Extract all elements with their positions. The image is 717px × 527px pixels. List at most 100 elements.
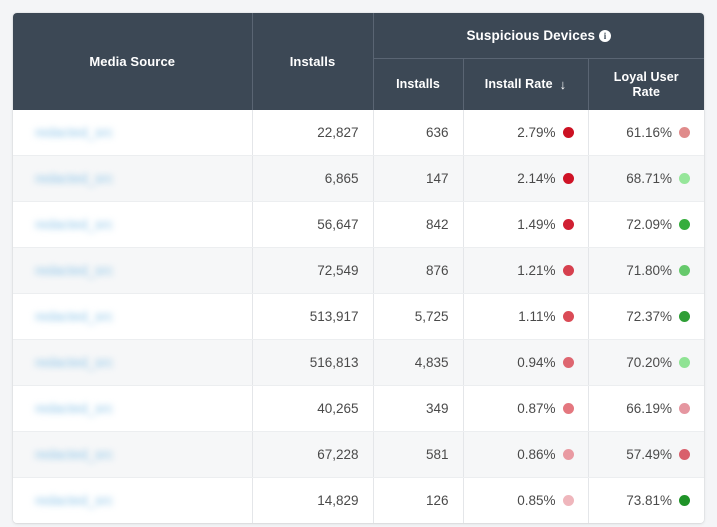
- install-rate-status-dot: [562, 403, 574, 414]
- column-header-suspicious-installs[interactable]: Installs: [372, 58, 463, 110]
- loyal-user-rate-status-dot: [679, 219, 691, 230]
- loyal-user-rate-value-wrap: 70.20%: [626, 355, 691, 370]
- install-rate-status-dot: [562, 219, 574, 230]
- cell-media-source[interactable]: redacted_src: [13, 431, 252, 478]
- cell-loyal-user-rate: 71.80%: [587, 247, 704, 294]
- install-rate-value: 2.14%: [517, 171, 556, 186]
- table-row[interactable]: redacted_src 14,829 126 0.85% 73.81%: [13, 477, 704, 523]
- column-group-header-suspicious-devices: Suspicious Devices i: [372, 13, 704, 59]
- cell-install-rate: 0.86%: [462, 431, 588, 478]
- table-row[interactable]: redacted_src 67,228 581 0.86% 57.49%: [13, 431, 704, 478]
- loyal-user-rate-value-wrap: 57.49%: [626, 447, 691, 462]
- table-row[interactable]: redacted_src 72,549 876 1.21% 71.80%: [13, 247, 704, 294]
- table-body: redacted_src 22,827 636 2.79% 61.16% redacted…: [13, 110, 704, 523]
- loyal-user-rate-status-dot: [679, 403, 691, 414]
- table-row[interactable]: redacted_src 513,917 5,725 1.11% 72.37%: [13, 293, 704, 340]
- cell-install-rate: 2.79%: [462, 110, 588, 156]
- cell-loyal-user-rate: 57.49%: [587, 431, 704, 478]
- column-header-suspicious-installs-label: Installs: [396, 77, 440, 91]
- cell-installs: 14,829: [251, 477, 373, 523]
- cell-install-rate: 1.21%: [462, 247, 588, 294]
- media-source-link-redacted[interactable]: redacted_src: [35, 125, 113, 140]
- media-source-link-redacted[interactable]: redacted_src: [35, 447, 113, 462]
- install-rate-value-wrap: 1.11%: [518, 309, 574, 324]
- cell-suspicious-installs: 5,725: [372, 293, 463, 340]
- cell-suspicious-installs: 842: [372, 201, 463, 248]
- cell-installs: 67,228: [251, 431, 373, 478]
- cell-suspicious-installs: 4,835: [372, 339, 463, 386]
- install-rate-status-dot: [562, 357, 574, 368]
- sort-descending-icon[interactable]: ↓: [560, 77, 567, 92]
- media-source-link-redacted[interactable]: redacted_src: [35, 309, 113, 324]
- loyal-user-rate-status-dot: [679, 357, 691, 368]
- cell-media-source[interactable]: redacted_src: [13, 339, 252, 386]
- cell-media-source[interactable]: redacted_src: [13, 155, 252, 202]
- loyal-user-rate-value: 72.37%: [626, 309, 673, 324]
- info-icon[interactable]: i: [599, 30, 612, 42]
- loyal-user-rate-value-wrap: 68.71%: [626, 171, 691, 186]
- cell-install-rate: 0.85%: [462, 477, 588, 523]
- loyal-user-rate-value: 73.81%: [626, 493, 673, 508]
- install-rate-value-wrap: 1.21%: [517, 263, 574, 278]
- media-source-link-redacted[interactable]: redacted_src: [35, 355, 113, 370]
- table-row[interactable]: redacted_src 40,265 349 0.87% 66.19%: [13, 385, 704, 432]
- install-rate-value-wrap: 0.87%: [517, 401, 574, 416]
- loyal-user-rate-value-wrap: 61.16%: [626, 125, 691, 140]
- media-source-link-redacted[interactable]: redacted_src: [35, 171, 113, 186]
- column-header-installs-label: Installs: [289, 54, 336, 69]
- cell-loyal-user-rate: 72.37%: [587, 293, 704, 340]
- cell-loyal-user-rate: 70.20%: [587, 339, 704, 386]
- suspicious-devices-table-card: Media Source Installs Suspicious Devices…: [13, 13, 704, 523]
- loyal-user-rate-value-wrap: 66.19%: [626, 401, 691, 416]
- cell-loyal-user-rate: 73.81%: [587, 477, 704, 523]
- column-header-install-rate[interactable]: Install Rate ↓: [462, 58, 588, 110]
- media-source-link-redacted[interactable]: redacted_src: [35, 493, 113, 508]
- loyal-user-rate-status-dot: [679, 265, 691, 276]
- install-rate-value: 0.85%: [517, 493, 556, 508]
- table-row[interactable]: redacted_src 516,813 4,835 0.94% 70.20%: [13, 339, 704, 386]
- cell-suspicious-installs: 636: [372, 110, 463, 156]
- table-row[interactable]: redacted_src 56,647 842 1.49% 72.09%: [13, 201, 704, 248]
- loyal-user-rate-value: 71.80%: [626, 263, 673, 278]
- table-row[interactable]: redacted_src 22,827 636 2.79% 61.16%: [13, 110, 704, 156]
- loyal-user-rate-value: 72.09%: [626, 217, 673, 232]
- column-header-media-source[interactable]: Media Source: [13, 13, 252, 110]
- install-rate-value-wrap: 2.14%: [517, 171, 574, 186]
- install-rate-value: 1.21%: [517, 263, 556, 278]
- loyal-user-rate-status-dot: [679, 495, 691, 506]
- cell-media-source[interactable]: redacted_src: [13, 201, 252, 248]
- cell-install-rate: 0.87%: [462, 385, 588, 432]
- media-source-link-redacted[interactable]: redacted_src: [35, 217, 113, 232]
- loyal-user-rate-status-dot: [679, 449, 691, 460]
- column-header-loyal-user-rate-label-line2: Rate: [632, 84, 661, 99]
- column-header-installs[interactable]: Installs: [251, 13, 373, 110]
- cell-suspicious-installs: 581: [372, 431, 463, 478]
- cell-install-rate: 1.49%: [462, 201, 588, 248]
- cell-loyal-user-rate: 72.09%: [587, 201, 704, 248]
- cell-media-source[interactable]: redacted_src: [13, 293, 252, 340]
- install-rate-value-wrap: 2.79%: [517, 125, 574, 140]
- media-source-link-redacted[interactable]: redacted_src: [35, 263, 113, 278]
- cell-installs: 513,917: [251, 293, 373, 340]
- column-header-loyal-user-rate[interactable]: Loyal User Rate: [587, 58, 704, 110]
- cell-loyal-user-rate: 66.19%: [587, 385, 704, 432]
- cell-media-source[interactable]: redacted_src: [13, 247, 252, 294]
- cell-media-source[interactable]: redacted_src: [13, 477, 252, 523]
- loyal-user-rate-value-wrap: 72.09%: [626, 217, 691, 232]
- table-row[interactable]: redacted_src 6,865 147 2.14% 68.71%: [13, 155, 704, 202]
- loyal-user-rate-value: 57.49%: [626, 447, 673, 462]
- cell-media-source[interactable]: redacted_src: [13, 385, 252, 432]
- cell-installs: 6,865: [251, 155, 373, 202]
- install-rate-value: 1.49%: [517, 217, 556, 232]
- install-rate-value-wrap: 1.49%: [517, 217, 574, 232]
- install-rate-status-dot: [562, 449, 574, 460]
- column-header-media-source-label: Media Source: [89, 54, 176, 69]
- cell-installs: 22,827: [251, 110, 373, 156]
- media-source-link-redacted[interactable]: redacted_src: [35, 401, 113, 416]
- loyal-user-rate-value-wrap: 73.81%: [626, 493, 691, 508]
- install-rate-value: 1.11%: [518, 309, 556, 324]
- cell-media-source[interactable]: redacted_src: [13, 110, 252, 156]
- cell-suspicious-installs: 147: [372, 155, 463, 202]
- loyal-user-rate-value: 68.71%: [626, 171, 673, 186]
- install-rate-value: 0.87%: [517, 401, 556, 416]
